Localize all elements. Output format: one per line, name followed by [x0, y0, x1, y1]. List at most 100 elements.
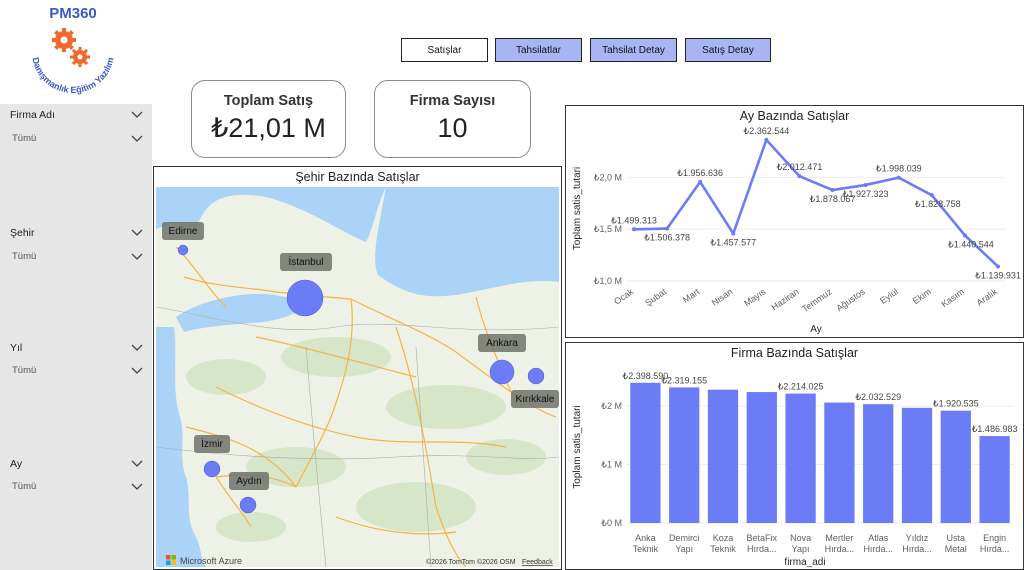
- chevron-down-icon[interactable]: [130, 482, 144, 492]
- map-brand: Microsoft Azure: [180, 556, 242, 566]
- map-label-izmir: İzmir: [194, 435, 230, 453]
- map-bubble-izmir[interactable]: [203, 460, 221, 478]
- nav-button-satislar[interactable]: Satışlar: [401, 38, 488, 62]
- map-canvas[interactable]: Edirne İstanbul Ankara Kırıkkale İzmir A…: [156, 187, 559, 567]
- slicer-title: Yıl: [10, 342, 23, 354]
- chevron-down-icon[interactable]: [130, 343, 144, 353]
- x-tick-label: Eylül: [878, 286, 900, 305]
- map-label-aydin: Aydın: [229, 472, 269, 490]
- pm360-logo: PM360 Danışmanlık Eğitim Yazılım: [30, 5, 115, 95]
- x-tick-label: Yıldız: [906, 533, 929, 543]
- map-label-istanbul: İstanbul: [280, 253, 332, 271]
- x-tick-label: Nisan: [710, 286, 735, 307]
- chevron-down-icon[interactable]: [130, 110, 144, 120]
- nav-button-tahsilat-detay[interactable]: Tahsilat Detay: [590, 38, 677, 62]
- bar[interactable]: [901, 407, 933, 523]
- x-tick-label: Atlas: [868, 533, 889, 543]
- map-attribution: ©2026 TomTom ©2026 OSM: [426, 558, 516, 566]
- data-point[interactable]: [996, 264, 1000, 269]
- x-tick-label: Hırda...: [902, 544, 932, 554]
- map-bubble-istanbul[interactable]: [286, 279, 324, 317]
- bar[interactable]: [669, 387, 700, 523]
- x-tick-label: Mart: [681, 286, 702, 305]
- map-bubble-edirne[interactable]: [177, 244, 189, 256]
- x-tick-label: Ocak: [612, 286, 635, 307]
- svg-text:Edirne: Edirne: [169, 226, 198, 237]
- x-tick-label: Aralık: [975, 286, 1000, 308]
- gear-icon: [70, 47, 90, 67]
- map-bubble-aydin[interactable]: [239, 496, 257, 514]
- nav-button-tahsilatlar[interactable]: Tahsilatlar: [495, 38, 582, 62]
- y-tick-label: ₺1,0 M: [594, 276, 622, 286]
- data-point[interactable]: [830, 188, 835, 193]
- data-point[interactable]: [863, 182, 868, 187]
- data-point[interactable]: [731, 231, 736, 236]
- kpi-card-firma-sayisi[interactable]: Firma Sayısı 10: [374, 80, 531, 158]
- y-tick-label: ₺1,5 M: [594, 224, 622, 234]
- line-chart[interactable]: ₺1,0 M ₺1,5 M ₺2,0 M Toplam satis_tutari ₺1.…: [566, 106, 1023, 337]
- data-label: ₺1.457.577: [710, 238, 756, 248]
- data-point[interactable]: [896, 175, 901, 180]
- nav-button-satis-detay[interactable]: Satış Detay: [685, 38, 771, 62]
- chevron-down-icon[interactable]: [130, 459, 144, 469]
- x-tick-label: Engin: [983, 533, 1006, 543]
- y-tick-label: ₺0 M: [601, 518, 622, 528]
- x-axis-title: Ay: [810, 324, 822, 335]
- bar[interactable]: [707, 389, 739, 523]
- bar[interactable]: [940, 410, 971, 523]
- kpi-value: ₺21,01 M: [211, 113, 326, 143]
- data-label: ₺1.486.983: [972, 424, 1018, 434]
- kpi-card-toplam-satis[interactable]: Toplam Satış ₺21,01 M: [191, 80, 346, 158]
- data-label: ₺2.012.471: [777, 162, 823, 172]
- data-point[interactable]: [698, 179, 703, 184]
- bar[interactable]: [863, 404, 894, 523]
- filter-sidebar: Firma Adı Tümü Şehir Tümü Yıl Tümü Ay Tü…: [0, 104, 152, 570]
- bar[interactable]: [785, 393, 816, 523]
- x-tick-label: Teknik: [633, 544, 659, 554]
- svg-text:Kırıkkale: Kırıkkale: [516, 394, 555, 405]
- data-label: ₺2.362.544: [743, 126, 789, 136]
- bar[interactable]: [979, 436, 1010, 523]
- chevron-down-icon[interactable]: [130, 228, 144, 238]
- map-label-edirne: Edirne: [162, 222, 204, 240]
- kpi-label: Toplam Satış: [223, 93, 314, 109]
- slicer-value: Tümü: [12, 251, 37, 262]
- x-tick-label: Kasım: [939, 286, 966, 309]
- data-label: ₺1.927.323: [843, 189, 889, 199]
- data-point[interactable]: [632, 227, 636, 232]
- data-point[interactable]: [797, 174, 802, 179]
- data-label: ₺1.499.313: [611, 215, 657, 225]
- bar-chart[interactable]: ₺0 M₺1 M₺2 MToplam satis_tutari₺2.398.59…: [566, 343, 1023, 569]
- logo-title: PM360: [49, 5, 97, 22]
- x-axis-title: firma_adi: [784, 557, 825, 568]
- data-point[interactable]: [962, 233, 967, 238]
- y-tick-label: ₺2,0 M: [594, 172, 622, 182]
- svg-text:Aydın: Aydın: [236, 476, 261, 487]
- map-visual[interactable]: Şehir Bazında Satışlar Edirne İstanbul A…: [153, 166, 562, 570]
- line-chart-visual[interactable]: Ay Bazında Satışlar ₺1,0 M ₺1,5 M ₺2,0 M To…: [565, 105, 1024, 338]
- data-point[interactable]: [929, 193, 934, 198]
- data-label: ₺1.920.535: [933, 399, 979, 409]
- map-bubble-ankara[interactable]: [489, 359, 515, 385]
- x-tick-label: Ağustos: [834, 286, 867, 313]
- bar-chart-visual[interactable]: Firma Bazında Satışlar ₺0 M ₺1 M ₺2 M Topla…: [565, 342, 1024, 570]
- x-tick-label: Metal: [945, 544, 967, 554]
- map-feedback-link[interactable]: Feedback: [522, 559, 553, 566]
- x-tick-label: BetaFix: [747, 533, 778, 543]
- map-bubble-kirikkale[interactable]: [527, 367, 545, 385]
- bar[interactable]: [746, 392, 777, 523]
- data-point[interactable]: [665, 226, 670, 231]
- bar[interactable]: [824, 402, 855, 523]
- x-tick-label: Usta: [947, 533, 966, 543]
- x-tick-label: Temmuz: [800, 286, 834, 314]
- chevron-down-icon[interactable]: [130, 252, 144, 262]
- data-point[interactable]: [764, 137, 769, 142]
- x-tick-label: Demirci: [669, 533, 700, 543]
- svg-text:İstanbul: İstanbul: [288, 255, 323, 268]
- chevron-down-icon[interactable]: [130, 134, 144, 144]
- bar[interactable]: [630, 382, 661, 523]
- map-title: Şehir Bazında Satışlar: [295, 170, 420, 184]
- slicer-value: Tümü: [12, 481, 37, 492]
- x-tick-label: Şubat: [643, 286, 668, 308]
- chevron-down-icon[interactable]: [130, 366, 144, 376]
